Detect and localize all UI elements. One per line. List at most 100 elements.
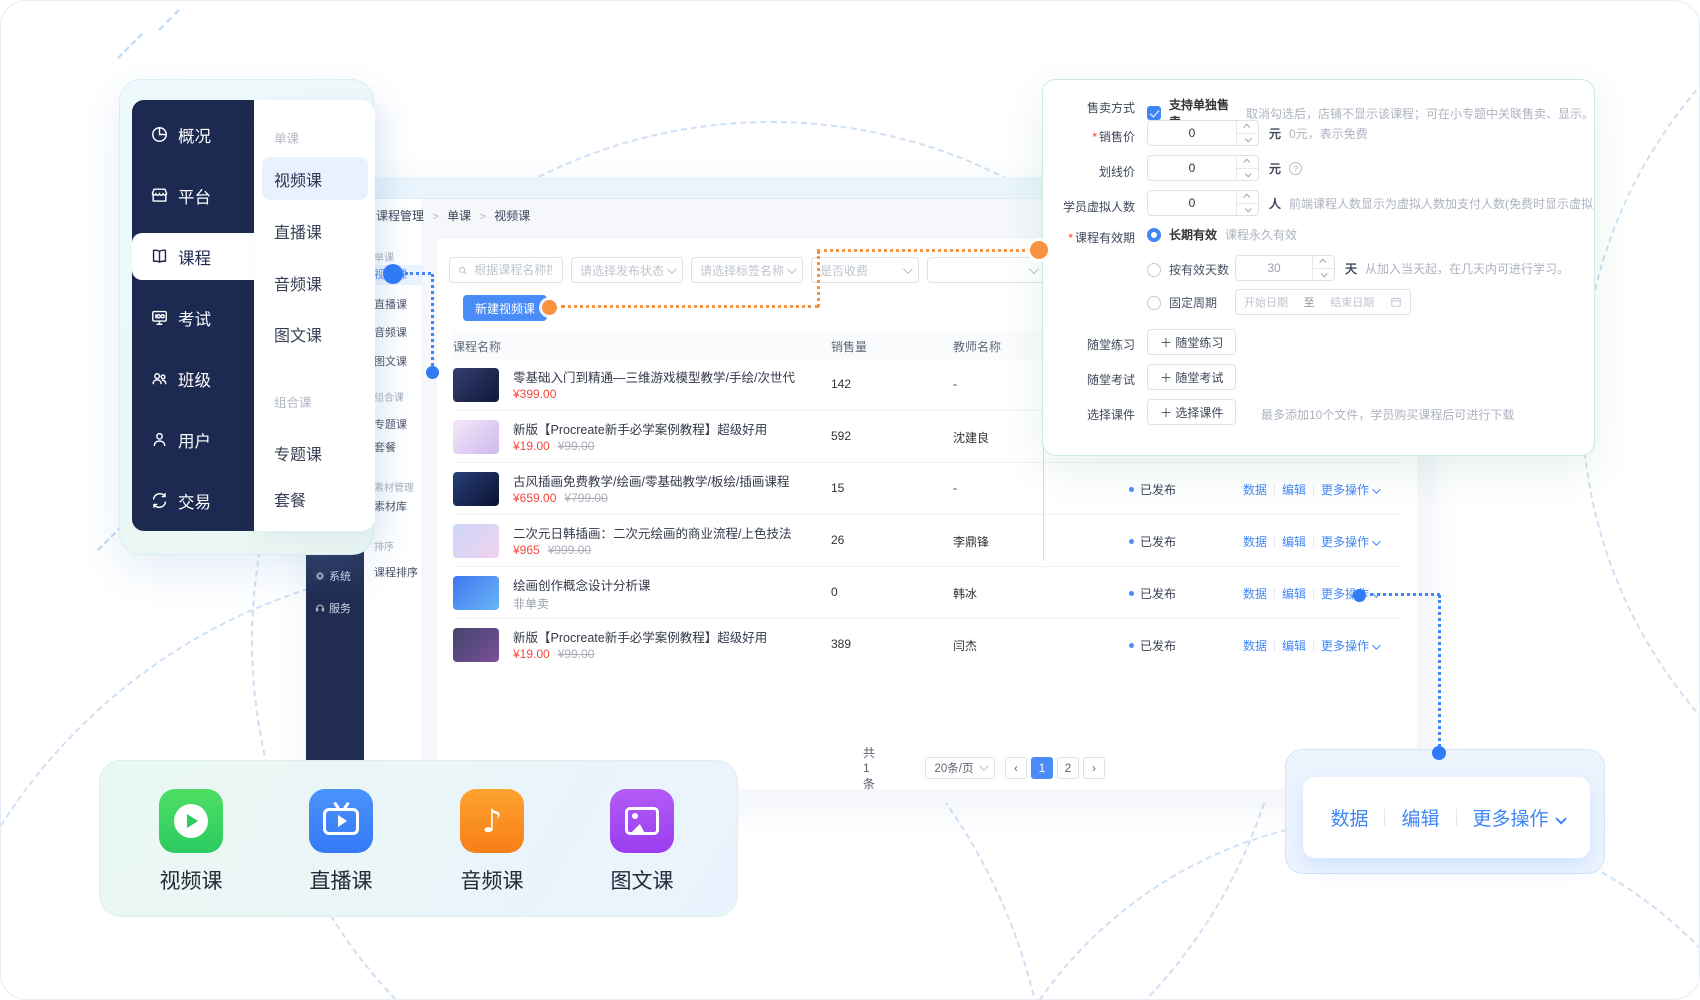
tag-select[interactable]: 请选择标签名称	[691, 257, 803, 283]
checkbox-checked-icon[interactable]	[1147, 106, 1161, 120]
radio-selected-icon[interactable]	[1147, 227, 1161, 242]
radio-unselected-icon[interactable]	[1147, 262, 1161, 277]
status-badge: 已发布	[1129, 481, 1176, 498]
nav-item-user[interactable]: 用户	[132, 409, 254, 470]
edit-link[interactable]: 编辑	[1282, 481, 1306, 498]
select-courseware-button[interactable]: ＋ 选择课件	[1147, 399, 1237, 425]
data-link[interactable]: 数据	[1243, 533, 1267, 550]
help-icon[interactable]: ?	[1289, 162, 1303, 175]
arrow-down-icon	[1320, 270, 1328, 278]
course-title[interactable]: 新版【Procreate新手必学案例教程】超级好用	[513, 627, 843, 646]
date-range-picker[interactable]: 开始日期 至 结束日期	[1235, 289, 1411, 315]
validity-days-input[interactable]	[1236, 256, 1312, 280]
nav-item-class[interactable]: 班级	[132, 348, 254, 409]
strip-item-label: 服务	[329, 603, 351, 615]
gear-icon	[315, 571, 325, 581]
prev-page-button[interactable]: ‹	[1005, 757, 1027, 779]
breadcrumb-course-mgmt[interactable]: 课程管理	[376, 209, 424, 223]
date-to-label: 至	[1303, 297, 1315, 309]
connector-line	[561, 305, 819, 308]
nav-item-overview[interactable]: 概况	[132, 104, 254, 165]
search-input[interactable]	[472, 262, 554, 278]
virtual-count-stepper[interactable]	[1147, 190, 1259, 216]
create-video-course-button[interactable]: 新建视频课	[463, 295, 548, 321]
course-old-price: ¥999.00	[547, 543, 592, 557]
validity-forever-label[interactable]: 长期有效	[1169, 226, 1217, 243]
course-title[interactable]: 绘画创作概念设计分析课	[513, 575, 843, 594]
course-thumbnail	[453, 420, 499, 454]
nav-item-trade[interactable]: 交易	[132, 470, 254, 531]
data-link[interactable]: 数据	[1243, 481, 1267, 498]
submenu-item-package[interactable]: 套餐	[274, 487, 306, 511]
add-exam-button[interactable]: ＋ 随堂考试	[1147, 364, 1237, 390]
submenu-item-topic-course[interactable]: 专题课	[274, 441, 322, 465]
price-stepper[interactable]	[1147, 120, 1259, 146]
submenu-item-graphic-course[interactable]: 图文课	[274, 322, 322, 346]
chevron-down-icon	[902, 263, 913, 274]
page-2-button[interactable]: 2	[1057, 757, 1079, 779]
strip-item-system[interactable]: 系统	[306, 567, 364, 585]
extra-filter-select[interactable]	[927, 257, 1045, 283]
page-1-button[interactable]: 1	[1031, 757, 1053, 779]
page-size-select[interactable]: 20条/页	[925, 757, 995, 779]
validity-days-label[interactable]: 按有效天数	[1169, 261, 1229, 278]
publish-status-select[interactable]: 请选择发布状态	[571, 257, 683, 283]
more-actions-link[interactable]: 更多操作	[1321, 637, 1382, 654]
submenu-section-combo: 组合课	[274, 396, 312, 410]
course-sales: 592	[831, 429, 852, 443]
more-actions-link[interactable]: 更多操作	[1321, 481, 1382, 498]
submenu-item-live-course[interactable]: 直播课	[274, 219, 322, 243]
data-link[interactable]: 数据	[1243, 637, 1267, 654]
stepper-arrows[interactable]	[1236, 121, 1258, 145]
edit-link[interactable]: 编辑	[1282, 585, 1306, 602]
deco-circle	[1581, 1, 1699, 881]
graphic-course-label: 图文课	[610, 870, 674, 893]
search-field[interactable]	[449, 257, 563, 283]
next-page-button[interactable]: ›	[1083, 757, 1105, 779]
video-course-label: 视频课	[159, 870, 223, 893]
add-practice-button[interactable]: ＋ 随堂练习	[1147, 329, 1237, 355]
graphic-course-icon[interactable]	[610, 789, 674, 853]
virtual-count-input[interactable]	[1148, 191, 1236, 215]
radio-unselected-icon[interactable]	[1147, 295, 1161, 310]
audio-course-icon[interactable]: ♪	[460, 789, 524, 853]
breadcrumb-single-course[interactable]: 单课	[447, 209, 471, 223]
strike-price-input[interactable]	[1148, 156, 1236, 180]
validity-fixed-label[interactable]: 固定周期	[1169, 294, 1217, 311]
course-types-panel: 视频课 直播课 ♪ 音频课 图文课	[99, 760, 738, 917]
price-hint: 0元，表示免费	[1289, 127, 1368, 141]
edit-link[interactable]: 编辑	[1282, 533, 1306, 550]
more-actions-link[interactable]: 更多操作	[1321, 533, 1382, 550]
edit-link[interactable]: 编辑	[1401, 804, 1439, 831]
total-count: 共 1 条	[863, 746, 876, 791]
nav-item-platform[interactable]: 平台	[132, 165, 254, 226]
submenu-item-video-course[interactable]: 视频课	[262, 157, 368, 200]
stepper-arrows[interactable]	[1236, 191, 1258, 215]
course-title[interactable]: 零基础入门到精通—三维游戏模型教学/手绘/次世代	[513, 367, 843, 386]
more-actions-link[interactable]: 更多操作	[1473, 804, 1567, 831]
nav-item-course[interactable]: 课程	[132, 233, 254, 280]
data-link[interactable]: 数据	[1243, 585, 1267, 602]
course-teacher: -	[953, 481, 957, 495]
stepper-arrows[interactable]	[1236, 156, 1258, 180]
course-title[interactable]: 二次元日韩插画：二次元绘画的商业流程/上色技法	[513, 523, 843, 542]
strip-item-service[interactable]: 服务	[306, 599, 364, 617]
nav-item-exam[interactable]: 考试	[132, 287, 254, 348]
mini-item-course-sort[interactable]: 课程排序	[364, 564, 423, 580]
strike-price-stepper[interactable]	[1147, 155, 1259, 181]
price-input[interactable]	[1148, 121, 1236, 145]
submenu-item-audio-course[interactable]: 音频课	[274, 271, 322, 295]
live-course-icon[interactable]	[309, 789, 373, 853]
video-course-icon[interactable]	[159, 789, 223, 853]
data-link[interactable]: 数据	[1330, 804, 1368, 831]
fee-select[interactable]: 是否收费	[811, 257, 919, 283]
chevron-down-icon	[978, 760, 989, 771]
edit-link[interactable]: 编辑	[1282, 637, 1306, 654]
course-title[interactable]: 古风插画免费教学/绘画/零基础教学/板绘/插画课程	[513, 471, 843, 490]
virtual-count-unit: 人	[1269, 197, 1282, 211]
course-title[interactable]: 新版【Procreate新手必学案例教程】超级好用	[513, 419, 843, 438]
course-teacher: 韩冰	[953, 587, 978, 601]
stepper-arrows[interactable]	[1312, 256, 1334, 280]
validity-days-stepper[interactable]	[1235, 255, 1335, 281]
validity-days-unit: 天	[1345, 262, 1358, 276]
